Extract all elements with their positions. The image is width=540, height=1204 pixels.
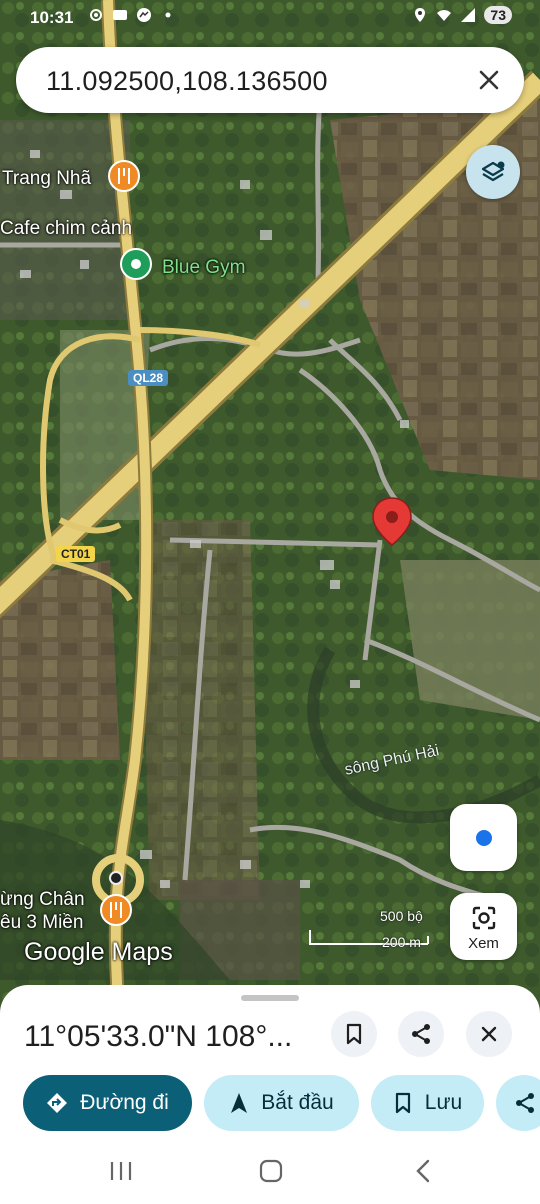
save-label: Lưu: [424, 1091, 463, 1114]
location-icon: [415, 8, 426, 22]
settings-icon: [90, 9, 102, 21]
status-time: 10:31: [30, 8, 74, 27]
xem-button[interactable]: Xem: [450, 893, 517, 960]
start-label: Bắt đầu: [261, 1091, 334, 1114]
close-icon[interactable]: [476, 67, 502, 93]
poi-label-rest-stop[interactable]: ừng Chân êu 3 Miền: [0, 888, 85, 934]
search-bar[interactable]: 11.092500,108.136500: [16, 47, 524, 113]
save-button[interactable]: Lưu: [371, 1075, 484, 1131]
place-coordinates: 11°05'33.0"N 108°...: [24, 1020, 293, 1053]
xem-label: Xem: [468, 935, 499, 952]
bookmark-icon: [395, 1092, 410, 1114]
directions-label: Đường đi: [80, 1091, 169, 1114]
poi-label-trang-nha[interactable]: Trang Nhã: [2, 168, 91, 190]
directions-button[interactable]: Đường đi: [23, 1075, 192, 1131]
messenger-icon: [137, 8, 151, 22]
back-icon[interactable]: [412, 1158, 434, 1184]
notification-icon: [113, 10, 127, 20]
layers-icon: [481, 161, 505, 182]
google-maps-logo: Google Maps: [24, 938, 173, 966]
status-bar: 10:31 73: [0, 0, 540, 36]
layers-button[interactable]: [466, 145, 520, 199]
directions-icon: [47, 1093, 68, 1113]
battery-level: 73: [484, 6, 512, 24]
navigation-icon: [231, 1093, 248, 1113]
poi-trang-nha-icon[interactable]: [108, 160, 140, 192]
poi-label-blue-gym[interactable]: Blue Gym: [162, 257, 245, 279]
system-nav-bar: [0, 1140, 540, 1204]
dot-icon: [165, 12, 171, 18]
scale-bar: 500 bộ 200 m: [308, 906, 438, 956]
scale-top-label: 500 bộ: [380, 908, 423, 924]
share-icon: [516, 1093, 534, 1113]
poi-label-cafe-chim-canh[interactable]: Cafe chim cảnh: [0, 218, 132, 240]
roundabout-marker: [109, 871, 123, 885]
start-button[interactable]: Bắt đầu: [204, 1075, 359, 1131]
search-query[interactable]: 11.092500,108.136500: [46, 66, 328, 97]
bookmark-icon: [346, 1023, 362, 1045]
signal-icon: [461, 8, 476, 22]
poi-restaurant-bottom-icon[interactable]: [100, 894, 132, 926]
share-chip-button[interactable]: [496, 1075, 540, 1131]
lens-icon: [472, 906, 496, 930]
close-sheet-button[interactable]: [466, 1011, 512, 1057]
my-location-button[interactable]: [450, 804, 517, 871]
scale-bottom-label: 200 m: [382, 934, 421, 950]
poi-blue-gym-icon[interactable]: [120, 248, 152, 280]
recents-icon[interactable]: [108, 1160, 134, 1182]
pin-dot: [386, 511, 398, 523]
road-label-ql28: QL28: [128, 370, 169, 386]
share-icon: [412, 1024, 430, 1044]
sheet-drag-handle[interactable]: [241, 995, 299, 1001]
home-icon[interactable]: [258, 1158, 284, 1184]
road-label-ct01: CT01: [56, 546, 96, 562]
close-icon: [481, 1026, 497, 1042]
wifi-icon: [437, 10, 452, 21]
save-icon-button[interactable]: [331, 1011, 377, 1057]
share-icon-button[interactable]: [398, 1011, 444, 1057]
my-location-icon: [475, 829, 492, 846]
